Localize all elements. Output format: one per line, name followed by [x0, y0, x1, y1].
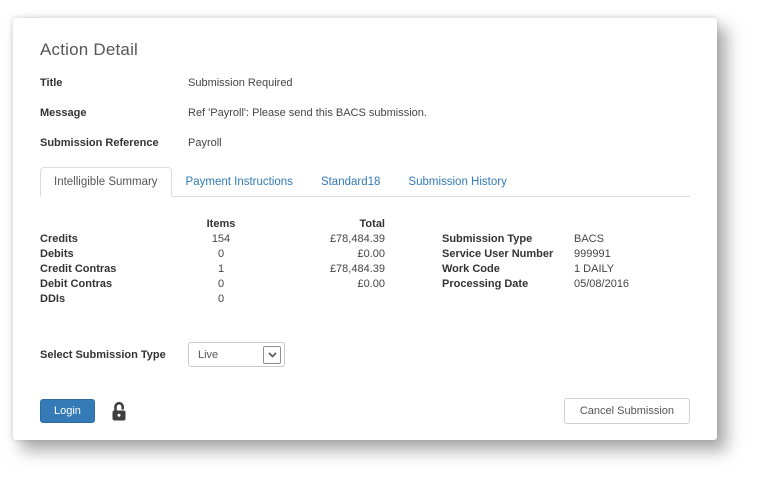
submission-type-select-row: Select Submission Type Live — [40, 342, 690, 367]
summary-row-items: 0 — [217, 293, 225, 305]
action-detail-card: Action Detail Title Submission Required … — [13, 18, 717, 440]
summary-row-items: 154 — [211, 233, 231, 245]
summary-row-label: Debit Contras — [40, 278, 113, 290]
summary-row-total: £78,484.39 — [329, 263, 385, 275]
page-background: Action Detail Title Submission Required … — [0, 0, 759, 481]
detail-label: Work Code — [442, 263, 500, 275]
detail-value: 999991 — [574, 248, 611, 260]
summary-row-items: 0 — [217, 248, 225, 260]
field-value: Payroll — [188, 137, 222, 149]
header-fields: Title Submission Required Message Ref 'P… — [40, 77, 690, 150]
submission-type-select[interactable]: Live — [188, 342, 285, 367]
login-button[interactable]: Login — [40, 399, 95, 423]
summary-content: Items Total Credits 154 £78,484.39 Debit… — [40, 217, 690, 306]
summary-header-spacer — [40, 217, 190, 231]
tab-bar: Intelligible Summary Payment Instruction… — [40, 167, 690, 197]
field-row-title: Title Submission Required — [40, 77, 690, 90]
field-value: Submission Required — [188, 77, 293, 89]
summary-header-total: Total — [359, 218, 385, 230]
detail-label: Service User Number — [442, 248, 554, 260]
tab-standard18[interactable]: Standard18 — [307, 167, 394, 197]
submission-type-selected-value: Live — [198, 348, 219, 361]
cancel-submission-button[interactable]: Cancel Submission — [563, 398, 690, 424]
summary-row-label: Debits — [40, 248, 74, 260]
unlock-icon[interactable] — [110, 401, 128, 422]
tab-submission-history[interactable]: Submission History — [394, 167, 520, 197]
detail-label: Submission Type — [442, 233, 533, 245]
summary-row-total: £0.00 — [357, 278, 385, 290]
tab-payment-instructions[interactable]: Payment Instructions — [172, 167, 307, 197]
detail-value: 05/08/2016 — [574, 278, 630, 290]
field-label: Message — [40, 107, 87, 119]
submission-type-select-label: Select Submission Type — [40, 348, 166, 361]
detail-value: 1 DAILY — [574, 263, 615, 275]
summary-header-items: Items — [206, 218, 236, 230]
field-value: Ref 'Payroll': Please send this BACS sub… — [188, 107, 427, 119]
footer-actions: Login Cancel Submission — [40, 398, 690, 424]
summary-row-total: £78,484.39 — [329, 233, 385, 245]
summary-row-total: £0.00 — [357, 248, 385, 260]
summary-row-items: 0 — [217, 278, 225, 290]
field-row-message: Message Ref 'Payroll': Please send this … — [40, 107, 690, 120]
detail-value: BACS — [574, 233, 604, 245]
summary-table: Items Total Credits 154 £78,484.39 Debit… — [40, 217, 385, 306]
field-label: Submission Reference — [40, 137, 159, 149]
summary-row-label: DDIs — [40, 293, 66, 305]
page-title: Action Detail — [40, 40, 139, 59]
summary-row-total — [252, 292, 385, 306]
detail-label: Processing Date — [442, 278, 529, 290]
chevron-down-icon[interactable] — [263, 345, 281, 364]
field-row-submission-reference: Submission Reference Payroll — [40, 137, 690, 150]
summary-row-label: Credits — [40, 233, 78, 245]
field-label: Title — [40, 77, 63, 89]
submission-details: Submission Type BACS Service User Number… — [442, 232, 629, 306]
summary-row-label: Credit Contras — [40, 263, 117, 275]
tab-intelligible-summary[interactable]: Intelligible Summary — [40, 167, 172, 197]
summary-row-items: 1 — [217, 263, 225, 275]
